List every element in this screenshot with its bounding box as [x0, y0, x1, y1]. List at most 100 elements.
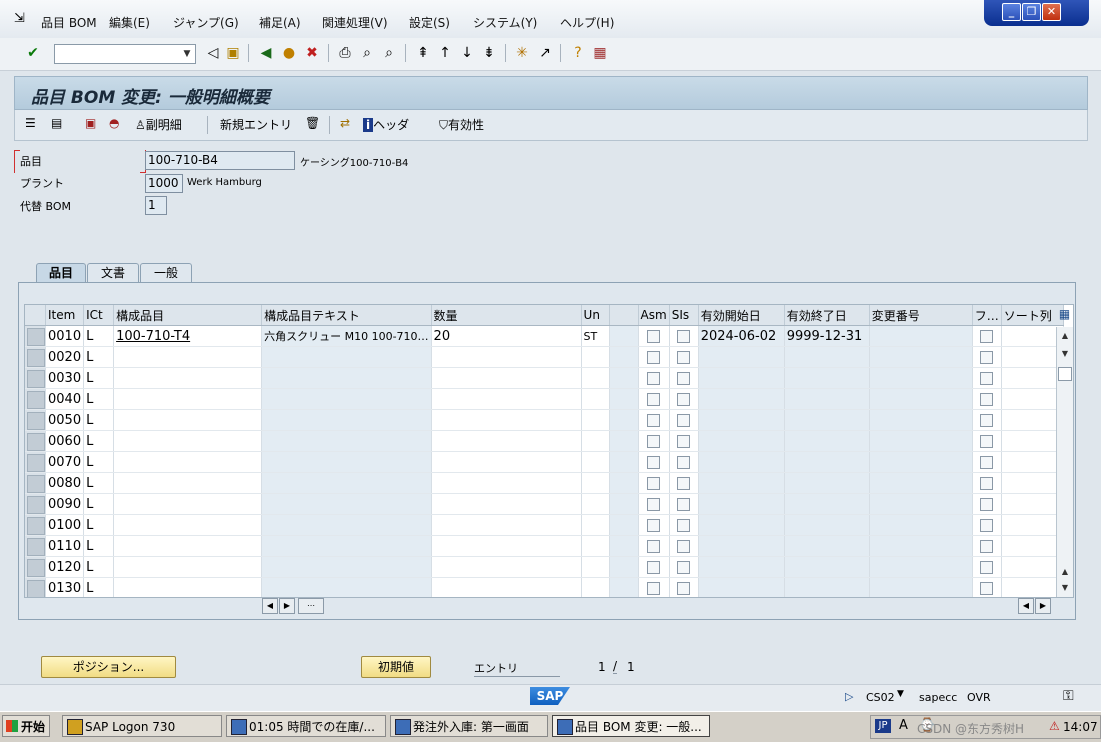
cell-quantity[interactable] [431, 514, 582, 536]
back-icon[interactable]: ◀ [257, 44, 275, 62]
asm-checkbox[interactable] [647, 560, 661, 574]
sis-checkbox[interactable] [677, 413, 691, 427]
cell-quantity[interactable] [431, 493, 582, 515]
help-icon[interactable]: ? [569, 44, 587, 62]
cell-component[interactable]: 100-710-T4 [113, 325, 263, 347]
menu-icon[interactable]: ⇲ [14, 11, 25, 26]
table-row[interactable]: 0020 L [25, 346, 1064, 368]
col-sis[interactable]: SIs [669, 305, 699, 326]
asm-checkbox[interactable] [647, 497, 661, 511]
close-button[interactable]: ✕ [1042, 3, 1061, 21]
hat-icon[interactable]: ◓ [109, 116, 119, 130]
flag-checkbox[interactable] [980, 329, 994, 343]
menu-extras[interactable]: 補足(A) [259, 14, 301, 31]
cell-ict[interactable]: L [83, 493, 115, 515]
cell-ict[interactable]: L [83, 346, 115, 368]
cell-component[interactable] [113, 430, 263, 452]
hscroll-thumb[interactable]: ⋯ [298, 598, 324, 614]
collapse-icon[interactable]: ◁ [204, 44, 222, 62]
flag-checkbox[interactable] [980, 560, 994, 574]
cell-sort-string[interactable] [1001, 367, 1064, 389]
flag-checkbox[interactable] [980, 581, 994, 595]
cell-component[interactable] [113, 388, 263, 410]
cell-sort-string[interactable] [1001, 451, 1064, 473]
display-icon[interactable]: ▣ [85, 116, 96, 130]
table-row[interactable]: 0070 L [25, 451, 1064, 473]
menu-bom[interactable]: 品目 BOM [41, 14, 97, 31]
scroll-left-icon[interactable]: ◀ [262, 598, 278, 614]
horizontal-scrollbar-left[interactable]: ◀ ▶ ⋯ [260, 598, 326, 614]
minimize-button[interactable]: _ [1002, 3, 1021, 21]
menu-help[interactable]: ヘルプ(H) [560, 14, 614, 31]
col-sort-string[interactable]: ソート列 [1001, 305, 1064, 326]
cell-component[interactable] [113, 577, 263, 597]
asm-checkbox[interactable] [647, 350, 661, 364]
header-button[interactable]: i ヘッダ [363, 116, 409, 133]
exit-icon[interactable]: ● [280, 44, 298, 62]
row-selector[interactable] [25, 535, 46, 557]
cell-component[interactable] [113, 514, 263, 536]
cell-unit[interactable] [581, 388, 610, 410]
row-selector[interactable] [25, 577, 46, 597]
sis-checkbox[interactable] [677, 455, 691, 469]
cell-ict[interactable]: L [83, 325, 115, 347]
cell-component[interactable] [113, 535, 263, 557]
cell-component[interactable] [113, 346, 263, 368]
sub-item-button[interactable]: ♙副明細 [135, 116, 182, 133]
cell-component-text[interactable]: 六角スクリュー M10 100-710… [261, 325, 432, 347]
chevron-down-icon[interactable]: ▼ [179, 45, 195, 63]
scroll-right-icon[interactable]: ▶ [279, 598, 295, 614]
flag-checkbox[interactable] [980, 455, 994, 469]
table-row[interactable]: 0060 L [25, 430, 1064, 452]
menu-environment[interactable]: 関連処理(V) [322, 14, 388, 31]
flag-checkbox[interactable] [980, 497, 994, 511]
cell-component[interactable] [113, 472, 263, 494]
table-row[interactable]: 0110 L [25, 535, 1064, 557]
cell-ict[interactable]: L [83, 556, 115, 578]
cell-component-text[interactable] [261, 367, 432, 389]
cell-component-text[interactable] [261, 388, 432, 410]
asm-checkbox[interactable] [647, 329, 661, 343]
asm-checkbox[interactable] [647, 392, 661, 406]
cell-component-text[interactable] [261, 556, 432, 578]
cell-quantity[interactable] [431, 535, 582, 557]
scroll-up-icon[interactable]: ▲ [1058, 329, 1072, 343]
col-unit[interactable]: Un [581, 305, 610, 326]
first-page-icon[interactable]: ⇞ [414, 44, 432, 62]
cell-sort-string[interactable] [1001, 577, 1064, 597]
flag-checkbox[interactable] [980, 518, 994, 532]
row-selector[interactable] [25, 346, 46, 368]
refresh-icon[interactable]: ⇄ [340, 116, 350, 130]
col-component-text[interactable]: 構成品目テキスト [261, 305, 432, 326]
ime-icon[interactable]: A [899, 718, 908, 733]
cell-component[interactable] [113, 409, 263, 431]
col-quantity[interactable]: 数量 [431, 305, 582, 326]
sis-checkbox[interactable] [677, 371, 691, 385]
taskbar-sap-logon[interactable]: SAP Logon 730 [62, 715, 222, 737]
cell-quantity[interactable] [431, 367, 582, 389]
row-selector[interactable] [25, 514, 46, 536]
flag-checkbox[interactable] [980, 371, 994, 385]
cancel-icon[interactable]: ✖ [303, 44, 321, 62]
cell-component-text[interactable] [261, 451, 432, 473]
col-change-number[interactable]: 変更番号 [869, 305, 973, 326]
cell-sort-string[interactable] [1001, 388, 1064, 410]
horizontal-scrollbar-right[interactable]: ◀ ▶ [1016, 598, 1052, 614]
sis-checkbox[interactable] [677, 518, 691, 532]
col-item[interactable]: Item [45, 305, 85, 326]
new-entry-button[interactable]: 新規エントリ [220, 116, 292, 133]
new-session-icon[interactable]: ✳ [513, 44, 531, 62]
cell-component-text[interactable] [261, 514, 432, 536]
delete-icon[interactable]: 🗑 [305, 116, 320, 130]
cell-sort-string[interactable] [1001, 430, 1064, 452]
col-component[interactable]: 構成品目 [113, 305, 263, 326]
scroll-page-down-icon[interactable]: ▼ [1058, 347, 1072, 361]
initial-value-button[interactable]: 初期値 [361, 656, 431, 678]
command-field[interactable]: ▼ [54, 44, 196, 64]
table-row[interactable]: 0130 L [25, 577, 1064, 597]
validity-button[interactable]: ⛉有効性 [439, 116, 484, 133]
cell-unit[interactable] [581, 577, 610, 597]
sis-checkbox[interactable] [677, 560, 691, 574]
menu-settings[interactable]: 設定(S) [409, 14, 450, 31]
cell-quantity[interactable] [431, 388, 582, 410]
